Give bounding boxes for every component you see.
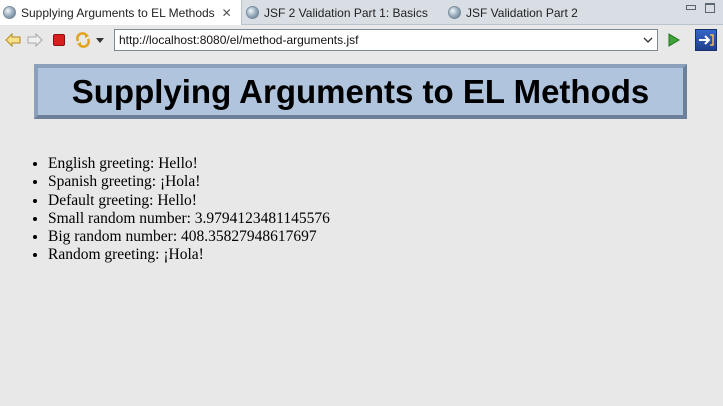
results-list: English greeting: Hello! Spanish greetin… xyxy=(30,155,330,265)
tab-label: Supplying Arguments to EL Methods xyxy=(21,5,215,20)
item-value: 3.9794123481145576 xyxy=(194,209,330,227)
maximize-icon[interactable] xyxy=(705,3,715,13)
tab-label: JSF 2 Validation Part 1: Basics xyxy=(264,5,428,20)
list-item: Spanish greeting: ¡Hola! xyxy=(48,173,330,191)
page-title: Supplying Arguments to EL Methods xyxy=(71,72,650,110)
page-content: Supplying Arguments to EL Methods Englis… xyxy=(0,56,723,406)
page-title-box: Supplying Arguments to EL Methods xyxy=(34,64,687,119)
globe-icon xyxy=(3,6,16,19)
tab-strip: Supplying Arguments to EL Methods ✕ JSF … xyxy=(0,0,723,25)
item-label: Random greeting: xyxy=(48,246,160,264)
minimize-icon[interactable] xyxy=(686,5,696,10)
list-item: Random greeting: ¡Hola! xyxy=(48,246,330,264)
go-icon[interactable] xyxy=(667,32,681,48)
back-arrow-icon[interactable] xyxy=(5,32,21,48)
item-value: Hello! xyxy=(157,191,197,209)
list-item: Small random number: 3.9794123481145576 xyxy=(48,210,330,228)
item-label: Small random number: xyxy=(48,209,191,227)
refresh-icon[interactable] xyxy=(75,32,91,48)
item-label: English greeting: xyxy=(48,155,155,172)
tab-jsf-validation-part2[interactable]: JSF Validation Part 2 xyxy=(448,0,578,25)
item-label: Spanish greeting: xyxy=(48,173,157,191)
tab-jsf2-validation-part1[interactable]: JSF 2 Validation Part 1: Basics xyxy=(246,0,428,25)
url-input[interactable]: http://localhost:8080/el/method-argument… xyxy=(119,33,639,47)
item-value: ¡Hola! xyxy=(159,173,201,191)
stop-icon[interactable] xyxy=(51,32,67,48)
external-browser-icon[interactable] xyxy=(695,29,717,51)
item-value: 408.35827948617697 xyxy=(181,228,317,246)
tab-label: JSF Validation Part 2 xyxy=(466,5,578,20)
close-icon[interactable]: ✕ xyxy=(222,7,232,19)
globe-icon xyxy=(246,6,259,19)
item-label: Big random number: xyxy=(48,228,178,246)
list-item: Big random number: 408.35827948617697 xyxy=(48,228,330,246)
list-item: Default greeting: Hello! xyxy=(48,192,330,210)
item-label: Default greeting: xyxy=(48,191,154,209)
tab-supplying-arguments[interactable]: Supplying Arguments to EL Methods ✕ xyxy=(0,0,242,25)
item-value: Hello! xyxy=(158,155,198,172)
window-controls xyxy=(686,3,715,13)
url-bar[interactable]: http://localhost:8080/el/method-argument… xyxy=(114,29,658,51)
item-value: ¡Hola! xyxy=(163,246,204,264)
browser-toolbar: http://localhost:8080/el/method-argument… xyxy=(0,25,723,56)
menu-dropdown-icon[interactable] xyxy=(94,32,106,48)
forward-arrow-icon[interactable] xyxy=(27,32,43,48)
url-dropdown-icon[interactable] xyxy=(639,30,657,50)
list-item: English greeting: Hello! xyxy=(48,155,330,173)
globe-icon xyxy=(448,6,461,19)
